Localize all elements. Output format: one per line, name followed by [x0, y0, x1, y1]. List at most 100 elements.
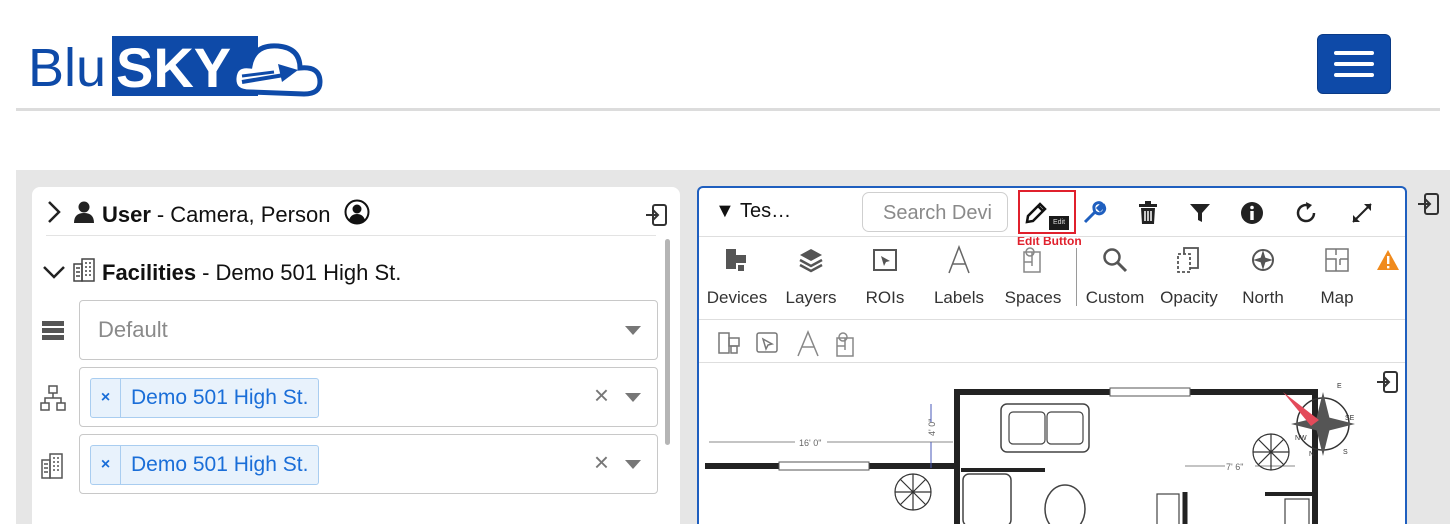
plant-icon — [894, 473, 932, 511]
hierarchy-icon — [40, 385, 68, 413]
warning-indicator[interactable] — [1373, 244, 1403, 310]
panel-collapse-icon[interactable] — [1416, 192, 1440, 216]
roi-outline-icon[interactable] — [755, 330, 781, 358]
font-letter-outline-icon[interactable] — [795, 330, 821, 358]
tool-map-label: Map — [1320, 288, 1354, 307]
tool-custom-label: Custom — [1085, 288, 1145, 307]
clear-selection-button[interactable]: × — [594, 382, 609, 408]
facility-select[interactable]: × Demo 501 High St. × — [79, 434, 658, 494]
tool-devices[interactable]: Devices — [701, 244, 773, 310]
floorplan-drawing: 16' 0" 4' 0" 7' 6" E SE S NW N — [705, 383, 1355, 524]
level-select-placeholder: Default — [98, 317, 168, 342]
tool-rois[interactable]: ROIs — [849, 244, 921, 310]
panel-scrollbar[interactable] — [665, 239, 670, 445]
hamburger-menu-button[interactable] — [1317, 34, 1391, 94]
floorplan-panel: ▼ Tes… Search Devi Edit Edit Button Devi… — [697, 186, 1407, 524]
devices-outline-icon[interactable] — [717, 330, 743, 358]
refresh-icon[interactable] — [1291, 198, 1321, 228]
tool-rois-label: ROIs — [865, 288, 905, 307]
pencil-icon[interactable] — [1021, 198, 1051, 228]
page: Blu SKY User - Camera, Person Facilities… — [0, 0, 1450, 524]
chevron-right-icon[interactable] — [46, 200, 62, 231]
blusky-logo[interactable]: Blu SKY — [28, 30, 324, 100]
facility-chip-label: Demo 501 High St. — [131, 453, 309, 476]
magnifier-icon — [1079, 244, 1151, 276]
tool-labels-label: Labels — [933, 288, 985, 307]
tool-north[interactable]: North — [1227, 244, 1299, 310]
chip-remove-button[interactable]: × — [91, 446, 121, 484]
user-icon — [74, 201, 94, 229]
compass-label: E — [1337, 383, 1342, 390]
spaces-icon — [997, 244, 1069, 276]
collapse-panel-icon[interactable] — [644, 203, 668, 227]
warning-icon — [1373, 244, 1403, 276]
chevron-down-icon[interactable] — [625, 460, 641, 469]
facilities-section-header[interactable]: Facilities - Demo 501 High St. — [42, 255, 401, 291]
logo-text-blu: Blu — [28, 38, 106, 98]
floorplan-map-icon — [1301, 244, 1373, 276]
filter-panel: User - Camera, Person Facilities - Demo … — [32, 187, 680, 524]
facilities-section-label: Facilities — [102, 260, 197, 285]
user-section-header[interactable]: User - Camera, Person — [46, 197, 370, 233]
dimension-label: 7' 6" — [1226, 462, 1243, 472]
dimension-label: 16' 0" — [799, 438, 821, 448]
site-chip: × Demo 501 High St. — [90, 378, 320, 418]
facility-chip: × Demo 501 High St. — [90, 445, 320, 485]
tool-separator — [1076, 248, 1077, 306]
section-divider — [46, 235, 656, 236]
tool-spaces[interactable]: Spaces — [997, 244, 1069, 310]
roi-icon — [849, 244, 921, 276]
site-select[interactable]: × Demo 501 High St. × — [79, 367, 658, 427]
filter-icon[interactable] — [1185, 198, 1215, 228]
menu-bar — [1334, 73, 1374, 77]
person-circle-icon[interactable] — [344, 199, 370, 231]
compass-icon — [1227, 244, 1299, 276]
facilities-section-value: Demo 501 High St. — [215, 260, 402, 285]
clear-selection-button[interactable]: × — [594, 449, 609, 475]
menu-bar — [1334, 62, 1374, 66]
user-section-value: Camera, Person — [170, 202, 331, 227]
header-divider — [16, 108, 1440, 111]
chevron-down-icon[interactable] — [625, 393, 641, 402]
tool-devices-label: Devices — [706, 288, 768, 307]
opacity-icon — [1153, 244, 1225, 276]
tool-labels[interactable]: Labels — [923, 244, 995, 310]
chevron-down-icon[interactable] — [625, 326, 641, 335]
edit-tooltip: Edit — [1049, 216, 1069, 230]
devices-icon — [701, 244, 773, 276]
menu-bar — [1334, 51, 1374, 55]
logo-text-sky: SKY — [116, 36, 231, 99]
user-section-separator: - — [156, 202, 165, 227]
building-icon — [40, 453, 68, 481]
tools-divider — [699, 319, 1405, 320]
plant-icon — [1252, 433, 1290, 471]
tool-opacity[interactable]: Opacity — [1153, 244, 1225, 310]
compass-label: N — [1309, 451, 1314, 458]
building-icon — [72, 258, 96, 288]
site-chip-label: Demo 501 High St. — [131, 386, 309, 409]
dimension-label: 4' 0" — [927, 419, 937, 436]
wrench-icon[interactable] — [1079, 198, 1109, 228]
spaces-outline-icon[interactable] — [833, 330, 859, 358]
header: Blu SKY — [0, 0, 1450, 111]
user-section-label: User — [102, 202, 151, 227]
sub-toolbar-divider — [699, 362, 1405, 363]
tool-map[interactable]: Map — [1301, 244, 1373, 310]
level-select[interactable]: Default — [79, 300, 658, 360]
trash-icon[interactable] — [1133, 198, 1163, 228]
chevron-down-icon[interactable] — [42, 260, 66, 286]
tool-custom[interactable]: Custom — [1079, 244, 1151, 310]
map-collapse-icon[interactable] — [1375, 370, 1399, 394]
floorplan-canvas[interactable]: 16' 0" 4' 0" 7' 6" E SE S NW N — [705, 364, 1370, 524]
tool-layers-label: Layers — [785, 288, 837, 307]
tool-layers[interactable]: Layers — [775, 244, 847, 310]
chip-remove-button[interactable]: × — [91, 379, 121, 417]
font-letter-icon — [923, 244, 995, 276]
compass-label: SE — [1345, 415, 1355, 422]
tool-opacity-label: Opacity — [1160, 288, 1218, 307]
info-icon[interactable] — [1237, 198, 1267, 228]
logo-graphic: Blu SKY — [28, 36, 323, 99]
tool-north-label: North — [1242, 288, 1284, 307]
expand-icon[interactable] — [1347, 198, 1377, 228]
layers-stack-icon — [40, 317, 68, 345]
